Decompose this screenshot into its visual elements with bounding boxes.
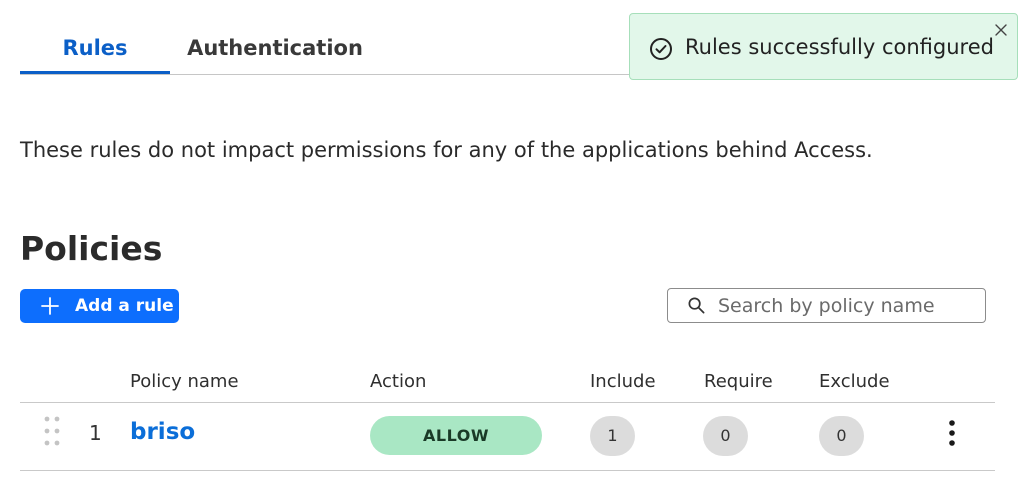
column-exclude: Exclude	[819, 371, 890, 392]
search-input[interactable]	[718, 291, 978, 320]
check-circle-icon	[650, 38, 672, 60]
exclude-count-badge: 0	[819, 416, 864, 456]
column-action: Action	[370, 371, 427, 392]
add-rule-button[interactable]: Add a rule	[20, 289, 179, 323]
policy-search	[667, 288, 986, 323]
require-count-badge: 0	[703, 416, 748, 456]
table-row: 1 briso ALLOW 1 0 0	[20, 403, 995, 471]
column-include: Include	[590, 371, 656, 392]
policies-table-header: Policy name Action Include Require Exclu…	[20, 364, 995, 403]
toast-message: Rules successfully configured	[685, 35, 994, 59]
column-policy-name: Policy name	[130, 371, 239, 392]
action-badge: ALLOW	[370, 416, 542, 455]
search-icon	[688, 297, 705, 314]
rules-description: These rules do not impact permissions fo…	[20, 138, 873, 162]
close-icon[interactable]	[993, 22, 1009, 38]
policies-heading: Policies	[20, 229, 163, 268]
tab-authentication[interactable]: Authentication	[170, 22, 380, 74]
add-rule-label: Add a rule	[75, 296, 174, 316]
more-options-icon[interactable]	[941, 418, 963, 448]
success-toast: Rules successfully configured	[629, 13, 1018, 80]
plus-icon	[41, 297, 59, 315]
row-index: 1	[89, 421, 102, 445]
column-require: Require	[704, 371, 773, 392]
drag-handle-icon[interactable]	[44, 416, 60, 446]
tab-rules[interactable]: Rules	[20, 22, 170, 74]
include-count-badge: 1	[590, 416, 635, 456]
policy-name-link[interactable]: briso	[130, 417, 195, 447]
